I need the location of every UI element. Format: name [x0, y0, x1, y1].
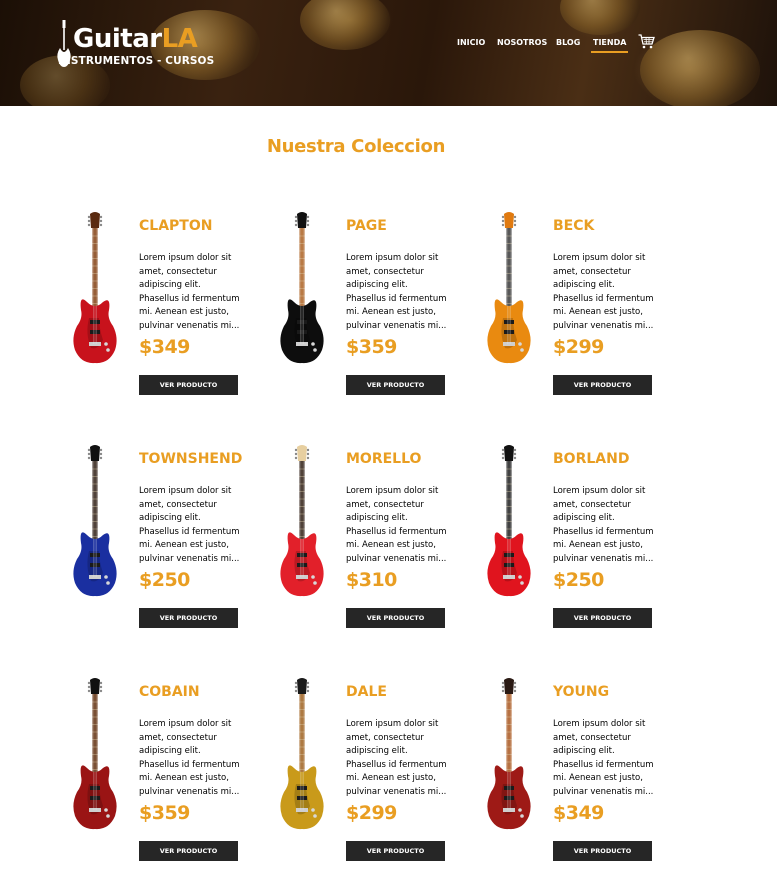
product-description: Lorem ipsum dolor sit amet, consectetur … — [346, 253, 447, 331]
product-name: MORELLO — [346, 451, 422, 467]
nav-item-inicio[interactable]: INICIO — [457, 38, 485, 47]
product-name: BORLAND — [553, 451, 630, 467]
tuning-peg-decoration — [640, 30, 760, 106]
guitar-image — [487, 678, 531, 830]
product-name: BECK — [553, 218, 595, 234]
product-card: YOUNG Lorem ipsum dolor sit amet, consec… — [483, 676, 690, 866]
ver-producto-button[interactable]: VER PRODUCTO — [139, 841, 238, 861]
guitar-image — [487, 445, 531, 597]
product-price: $299 — [553, 336, 604, 358]
product-name: YOUNG — [553, 684, 610, 700]
guitar-image — [280, 678, 324, 830]
page-title: Nuestra Coleccion — [266, 136, 446, 157]
guitar-image — [73, 445, 117, 597]
nav-item-nosotros[interactable]: NOSOTROS — [497, 38, 547, 47]
ver-producto-button[interactable]: VER PRODUCTO — [139, 608, 238, 628]
product-card: COBAIN Lorem ipsum dolor sit amet, conse… — [69, 676, 276, 866]
logo-title: GuitarLA — [73, 24, 198, 54]
ver-producto-button[interactable]: VER PRODUCTO — [139, 375, 238, 395]
product-name: PAGE — [346, 218, 387, 234]
product-name: COBAIN — [139, 684, 200, 700]
ver-producto-button[interactable]: VER PRODUCTO — [346, 841, 445, 861]
tuning-peg-decoration — [300, 0, 390, 50]
product-description: Lorem ipsum dolor sit amet, consectetur … — [139, 486, 240, 564]
nav-item-tienda[interactable]: TIENDA — [590, 38, 629, 53]
product-description: Lorem ipsum dolor sit amet, consectetur … — [346, 719, 447, 797]
guitar-image — [280, 445, 324, 597]
ver-producto-button[interactable]: VER PRODUCTO — [346, 608, 445, 628]
product-price: $299 — [346, 802, 397, 824]
shopping-cart-icon[interactable] — [638, 34, 655, 49]
product-description: Lorem ipsum dolor sit amet, consectetur … — [553, 719, 654, 797]
ver-producto-button[interactable]: VER PRODUCTO — [553, 375, 652, 395]
product-description: Lorem ipsum dolor sit amet, consectetur … — [553, 486, 654, 564]
product-price: $310 — [346, 569, 397, 591]
ver-producto-button[interactable]: VER PRODUCTO — [553, 608, 652, 628]
product-price: $359 — [346, 336, 397, 358]
product-description: Lorem ipsum dolor sit amet, consectetur … — [346, 486, 447, 564]
product-price: $250 — [139, 569, 190, 591]
product-card: PAGE Lorem ipsum dolor sit amet, consect… — [276, 210, 483, 400]
product-name: CLAPTON — [139, 218, 213, 234]
product-description: Lorem ipsum dolor sit amet, consectetur … — [139, 719, 240, 797]
guitar-image — [73, 678, 117, 830]
guitar-image — [73, 212, 117, 364]
ver-producto-button[interactable]: VER PRODUCTO — [553, 841, 652, 861]
product-description: Lorem ipsum dolor sit amet, consectetur … — [139, 253, 240, 331]
product-name: DALE — [346, 684, 387, 700]
product-card: BECK Lorem ipsum dolor sit amet, consect… — [483, 210, 690, 400]
site-header: GuitarLA INSTRUMENTOS - CURSOS INICIO NO… — [0, 0, 777, 106]
product-name: TOWNSHEND — [139, 451, 243, 467]
product-card: BORLAND Lorem ipsum dolor sit amet, cons… — [483, 443, 690, 633]
product-card: CLAPTON Lorem ipsum dolor sit amet, cons… — [69, 210, 276, 400]
product-card: DALE Lorem ipsum dolor sit amet, consect… — [276, 676, 483, 866]
guitar-image — [280, 212, 324, 364]
product-price: $359 — [139, 802, 190, 824]
product-card: TOWNSHEND Lorem ipsum dolor sit amet, co… — [69, 443, 276, 633]
logo-subtitle: INSTRUMENTOS - CURSOS — [58, 55, 215, 67]
nav-item-blog[interactable]: BLOG — [556, 38, 580, 47]
tuning-peg-decoration — [560, 0, 640, 35]
guitar-image — [487, 212, 531, 364]
product-price: $250 — [553, 569, 604, 591]
product-card: MORELLO Lorem ipsum dolor sit amet, cons… — [276, 443, 483, 633]
product-price: $349 — [139, 336, 190, 358]
product-price: $349 — [553, 802, 604, 824]
product-description: Lorem ipsum dolor sit amet, consectetur … — [553, 253, 654, 331]
ver-producto-button[interactable]: VER PRODUCTO — [346, 375, 445, 395]
